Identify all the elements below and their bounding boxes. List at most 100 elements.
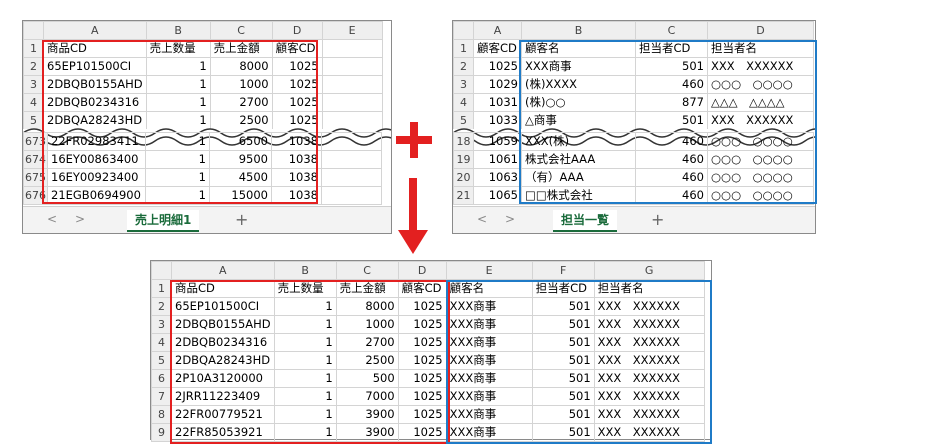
cell[interactable]: 1 [273, 351, 337, 370]
cell[interactable]: 1 [145, 75, 211, 94]
cell[interactable]: ○○○ ○○○○ [707, 132, 814, 151]
cell[interactable]: 1 [273, 423, 337, 442]
prev-sheet-button[interactable]: < [477, 212, 487, 226]
cell[interactable]: 877 [635, 93, 708, 112]
row-number[interactable]: 4 [453, 93, 474, 112]
cell[interactable]: 21EGB0694900 [47, 186, 146, 205]
column-header[interactable]: G [593, 261, 705, 280]
cell[interactable]: 6500 [209, 132, 272, 151]
column-header[interactable]: F [531, 261, 595, 280]
column-header[interactable]: B [521, 21, 636, 40]
cell[interactable]: 顧客CD [397, 279, 447, 298]
column-header[interactable]: B [145, 21, 211, 40]
column-header[interactable]: B [273, 261, 337, 280]
cell[interactable]: 1025 [397, 369, 447, 388]
cell[interactable]: 2DBQB0155AHD [43, 75, 147, 94]
cell[interactable]: 501 [531, 423, 595, 442]
row-number[interactable]: 5 [151, 351, 172, 370]
row-number[interactable]: 8 [151, 405, 172, 424]
row-number[interactable]: 18 [453, 132, 474, 151]
cell[interactable]: （有）AAA [521, 168, 636, 187]
cell[interactable]: 460 [635, 168, 708, 187]
row-number[interactable]: 21 [453, 186, 474, 205]
cell[interactable] [321, 168, 382, 187]
cell[interactable] [321, 132, 382, 151]
cell[interactable]: 顧客名 [521, 39, 636, 58]
cell[interactable]: △△△ △△△△ [707, 93, 814, 112]
cell[interactable]: 16EY00923400 [47, 168, 146, 187]
cell[interactable]: XXX商事 [445, 333, 533, 352]
cell[interactable]: 1 [273, 297, 337, 316]
row-number[interactable]: 2 [151, 297, 172, 316]
cell[interactable]: 1025 [397, 297, 447, 316]
cell[interactable]: 22FR02983411 [47, 132, 146, 151]
cell[interactable]: 460 [635, 150, 708, 169]
row-number[interactable]: 674 [23, 150, 48, 169]
cell[interactable]: XXX商事 [521, 57, 636, 76]
select-all-corner[interactable] [151, 261, 172, 280]
cell[interactable]: 1025 [473, 57, 522, 76]
column-header[interactable]: D [271, 21, 323, 40]
row-number[interactable]: 1 [453, 39, 474, 58]
cell[interactable]: 501 [531, 387, 595, 406]
cell[interactable] [321, 75, 383, 94]
cell[interactable]: XXX XXXXXX [593, 297, 705, 316]
row-number[interactable]: 3 [151, 315, 172, 334]
cell[interactable]: 15000 [209, 186, 272, 205]
cell[interactable]: 顧客CD [271, 39, 323, 58]
cell[interactable]: XXX商事 [445, 387, 533, 406]
cell[interactable]: 1025 [271, 75, 323, 94]
cell[interactable]: 1 [273, 405, 337, 424]
cell[interactable]: ○○○ ○○○○ [707, 75, 814, 94]
cell[interactable]: XXX商事 [445, 351, 533, 370]
cell[interactable]: 501 [531, 333, 595, 352]
column-header[interactable]: D [397, 261, 447, 280]
cell[interactable]: XXX XXXXXX [593, 387, 705, 406]
tab-staff-list[interactable]: 担当一覧 [553, 210, 618, 232]
cell[interactable]: ○○○ ○○○○ [707, 186, 814, 205]
next-sheet-button[interactable]: > [505, 212, 515, 226]
cell[interactable]: 2P10A3120000 [171, 369, 275, 388]
cell[interactable]: 2DBQA28243HD [171, 351, 275, 370]
cell[interactable]: 1 [273, 315, 337, 334]
cell[interactable]: XXX XXXXXX [593, 333, 705, 352]
cell[interactable] [321, 39, 383, 58]
cell[interactable]: 売上数量 [145, 39, 211, 58]
cell[interactable]: ○○○ ○○○○ [707, 150, 814, 169]
cell[interactable]: ○○○ ○○○○ [707, 168, 814, 187]
select-all-corner[interactable] [453, 21, 474, 40]
cell[interactable]: 501 [531, 405, 595, 424]
next-sheet-button[interactable]: > [75, 212, 85, 226]
column-header[interactable]: D [707, 21, 814, 40]
cell[interactable]: 3900 [335, 405, 399, 424]
cell[interactable]: 商品CD [171, 279, 275, 298]
cell[interactable]: 501 [531, 297, 595, 316]
cell[interactable]: 1038 [271, 132, 322, 151]
cell[interactable]: 1038 [271, 150, 322, 169]
cell[interactable]: 1063 [473, 168, 522, 187]
row-number[interactable]: 3 [453, 75, 474, 94]
cell[interactable]: 1031 [473, 93, 522, 112]
cell[interactable]: 1025 [397, 423, 447, 442]
cell[interactable]: 9500 [209, 150, 272, 169]
cell[interactable]: 8000 [209, 57, 273, 76]
cell[interactable]: 1 [145, 168, 210, 187]
row-number[interactable]: 1 [151, 279, 172, 298]
cell[interactable]: 501 [531, 351, 595, 370]
row-number[interactable]: 3 [23, 75, 44, 94]
cell[interactable]: 7000 [335, 387, 399, 406]
cell[interactable]: 顧客名 [445, 279, 533, 298]
cell[interactable]: 1025 [397, 315, 447, 334]
cell[interactable]: 1025 [397, 387, 447, 406]
row-number[interactable]: 1 [23, 39, 44, 58]
column-header[interactable]: A [43, 21, 147, 40]
column-header[interactable]: E [445, 261, 533, 280]
cell[interactable]: 1 [273, 333, 337, 352]
cell[interactable]: 4500 [209, 168, 272, 187]
cell[interactable]: XXX商事 [445, 405, 533, 424]
cell[interactable]: 1 [145, 150, 210, 169]
cell[interactable]: XXX商事 [445, 297, 533, 316]
cell[interactable]: □□株式会社 [521, 186, 636, 205]
cell[interactable]: 1025 [271, 57, 323, 76]
cell[interactable]: 1 [145, 93, 211, 112]
